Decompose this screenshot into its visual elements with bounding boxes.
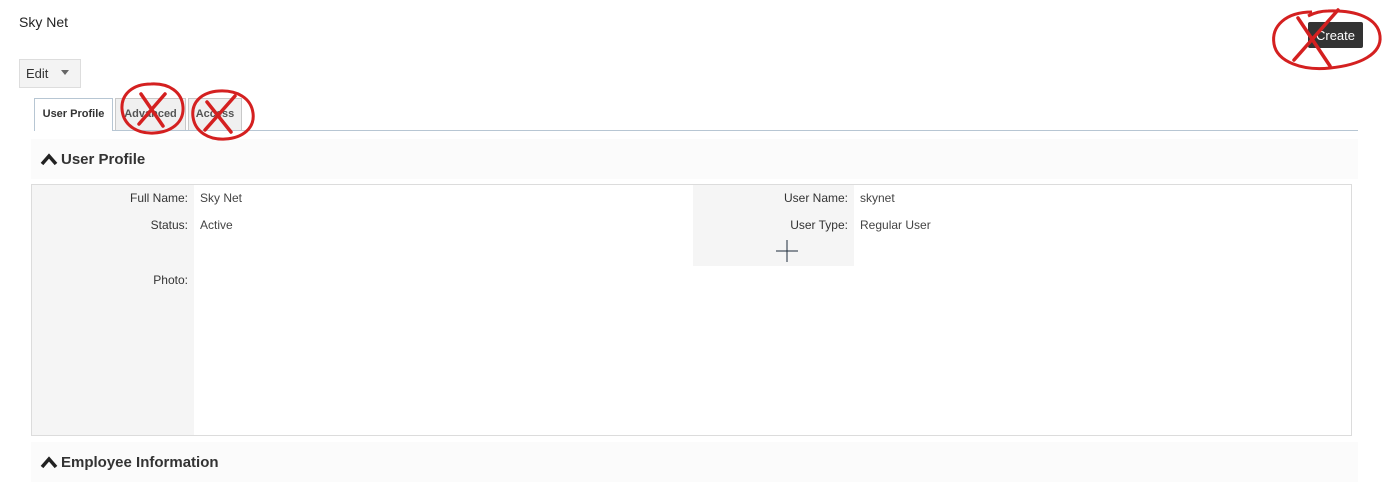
chevron-up-icon [40, 456, 58, 469]
tab-bar: User Profile Advanced Access [34, 98, 1358, 131]
tab-user-profile[interactable]: User Profile [34, 98, 113, 131]
status-value: Active [200, 218, 233, 232]
edit-dropdown-label: Edit [26, 66, 49, 81]
caret-down-icon [61, 70, 70, 75]
section-header-employee-information[interactable]: Employee Information [31, 442, 1358, 482]
edit-dropdown[interactable]: Edit [19, 59, 81, 88]
user-profile-panel: Full Name: Sky Net Status: Active Photo:… [31, 184, 1352, 436]
user-name-value: skynet [860, 191, 895, 205]
chevron-up-icon [40, 153, 58, 166]
section-title-user-profile: User Profile [61, 150, 146, 168]
user-type-value: Regular User [860, 218, 931, 232]
full-name-value: Sky Net [200, 191, 243, 205]
crosshair-cursor-icon [776, 240, 798, 262]
user-type-label: User Type: [790, 218, 848, 232]
photo-label: Photo: [153, 273, 188, 287]
full-name-label: Full Name: [129, 191, 188, 205]
section-title-employee-information: Employee Information [61, 453, 219, 471]
tab-access[interactable]: Access [188, 98, 242, 130]
status-label: Status: [150, 218, 188, 232]
page-title: Sky Net [19, 14, 69, 30]
section-header-user-profile[interactable]: User Profile [31, 139, 1358, 179]
tab-advanced[interactable]: Advanced [115, 98, 186, 130]
create-button[interactable]: Create [1308, 22, 1363, 48]
user-name-label: User Name: [783, 191, 848, 205]
photo-area[interactable] [200, 273, 680, 423]
